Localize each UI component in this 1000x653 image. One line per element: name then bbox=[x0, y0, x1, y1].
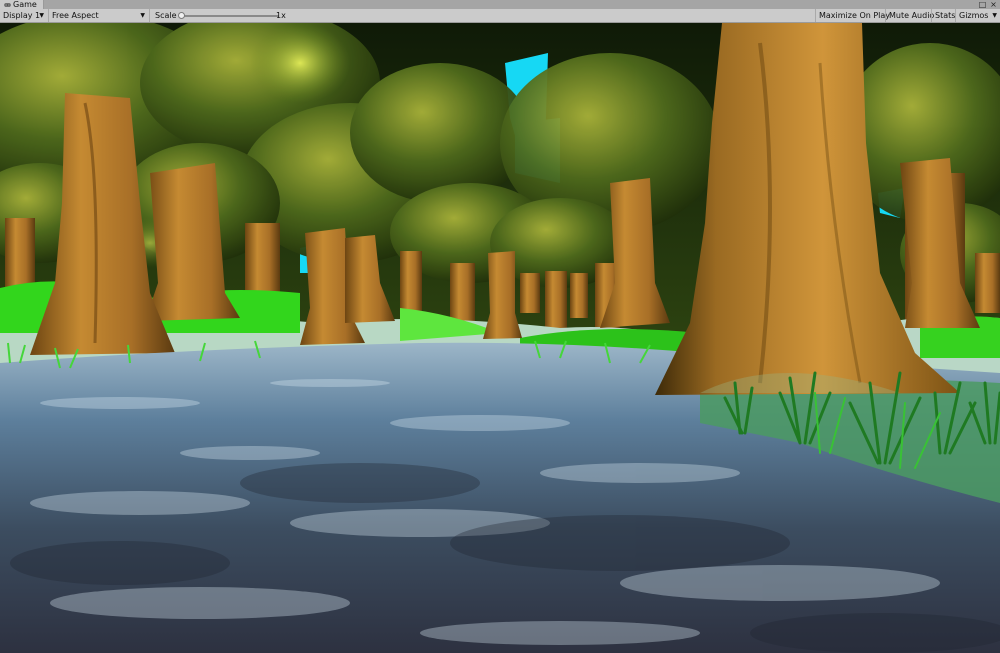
maximize-window-icon[interactable]: □ bbox=[978, 0, 987, 9]
close-window-icon[interactable]: × bbox=[989, 0, 998, 9]
display-dropdown-label: Display 1 bbox=[3, 11, 41, 20]
gamepad-icon bbox=[4, 2, 11, 7]
mute-audio-button[interactable]: Mute Audio bbox=[885, 9, 934, 22]
gizmos-dropdown[interactable]: Gizmos ▼ bbox=[955, 9, 1000, 22]
chevron-down-icon: ▼ bbox=[992, 12, 997, 19]
stats-button[interactable]: Stats bbox=[931, 9, 955, 22]
game-tab-label: Game bbox=[13, 0, 37, 9]
scale-slider-handle[interactable] bbox=[178, 12, 185, 19]
aspect-dropdown-label: Free Aspect bbox=[52, 11, 99, 20]
game-viewport[interactable] bbox=[0, 23, 1000, 653]
game-view-toolbar: Display 1 ▼ Free Aspect ▼ Scale 1x Maxim… bbox=[0, 9, 1000, 23]
chevron-down-icon: ▼ bbox=[140, 12, 145, 19]
scale-value: 1x bbox=[276, 11, 286, 20]
scale-label: Scale bbox=[155, 11, 177, 20]
maximize-on-play-button[interactable]: Maximize On Play bbox=[815, 9, 890, 22]
game-tab[interactable]: Game bbox=[0, 0, 44, 9]
display-dropdown[interactable]: Display 1 ▼ bbox=[0, 9, 49, 22]
chevron-down-icon: ▼ bbox=[39, 12, 44, 19]
forest-scene bbox=[0, 23, 1000, 653]
scale-slider-track[interactable] bbox=[181, 15, 279, 17]
gizmos-label: Gizmos bbox=[959, 11, 989, 20]
aspect-dropdown[interactable]: Free Aspect ▼ bbox=[49, 9, 150, 22]
